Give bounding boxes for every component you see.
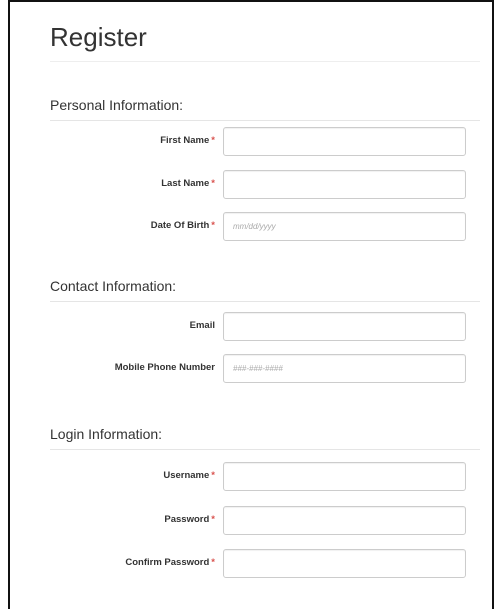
confirm-password-label: Confirm Password * [125, 557, 215, 568]
section-divider-contact [50, 301, 480, 302]
required-asterisk: * [211, 135, 215, 146]
password-label-text: Password [164, 514, 210, 525]
date-of-birth-label: Date Of Birth * [151, 220, 215, 231]
register-page: Register Personal Information: First Nam… [8, 0, 494, 609]
field-row-confirm-password: Confirm Password * [50, 549, 480, 579]
password-label: Password * [164, 514, 215, 525]
username-label-text: Username [163, 470, 210, 481]
field-row-email: Email [50, 312, 480, 342]
username-label: Username * [163, 470, 215, 481]
email-label: Email [190, 320, 215, 331]
last-name-input[interactable] [223, 170, 466, 199]
mobile-phone-label: Mobile Phone Number [115, 362, 215, 373]
required-asterisk: * [211, 178, 215, 189]
last-name-label-text: Last Name [161, 178, 210, 189]
title-divider [50, 61, 480, 62]
field-row-password: Password * [50, 506, 480, 536]
required-asterisk: * [211, 220, 215, 231]
mobile-phone-input[interactable] [223, 354, 466, 383]
section-heading-login: Login Information: [50, 426, 163, 442]
field-row-username: Username * [50, 462, 480, 492]
section-divider-login [50, 449, 480, 450]
required-asterisk: * [211, 557, 215, 568]
mobile-phone-label-text: Mobile Phone Number [114, 362, 215, 373]
section-divider-personal [50, 120, 480, 121]
username-input[interactable] [223, 462, 466, 491]
section-heading-personal: Personal Information: [50, 97, 184, 113]
password-input[interactable] [223, 506, 466, 535]
first-name-label: First Name * [160, 135, 215, 146]
confirm-password-label-text: Confirm Password [125, 557, 210, 568]
field-row-mobile-phone: Mobile Phone Number [50, 354, 480, 384]
field-row-last-name: Last Name * [50, 170, 480, 200]
confirm-password-input[interactable] [223, 549, 466, 578]
first-name-input[interactable] [223, 127, 466, 156]
required-asterisk: * [211, 470, 215, 481]
section-heading-contact: Contact Information: [50, 278, 177, 294]
page-title: Register [50, 22, 147, 52]
last-name-label: Last Name * [161, 178, 215, 189]
required-asterisk: * [211, 514, 215, 525]
field-row-first-name: First Name * [50, 127, 480, 157]
email-input[interactable] [223, 312, 466, 341]
date-of-birth-input[interactable] [223, 212, 466, 241]
field-row-date-of-birth: Date Of Birth * [50, 212, 480, 242]
email-label-text: Email [189, 320, 215, 331]
date-of-birth-label-text: Date Of Birth [150, 220, 210, 231]
first-name-label-text: First Name [160, 135, 210, 146]
